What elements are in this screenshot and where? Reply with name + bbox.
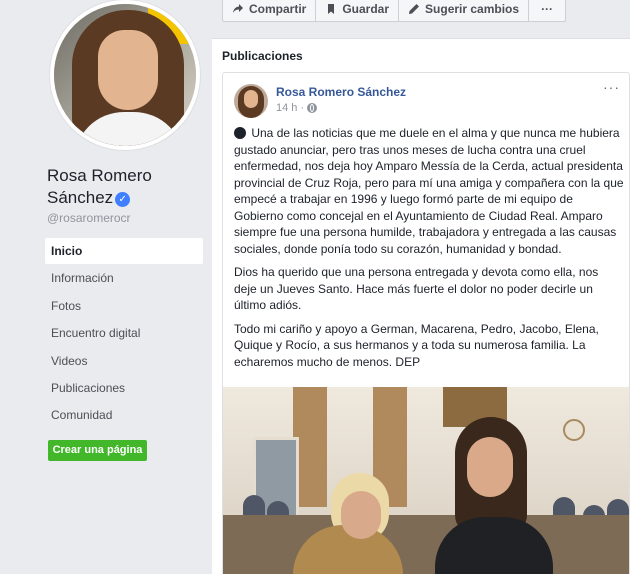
profile-picture[interactable] (50, 0, 200, 150)
nav-item-informacion[interactable]: Información (45, 265, 203, 292)
pencil-icon (409, 4, 420, 14)
post-author-avatar[interactable] (234, 84, 268, 118)
save-button[interactable]: Guardar (316, 0, 400, 21)
page-nav: Inicio Información Fotos Encuentro digit… (45, 238, 203, 430)
page-action-bar: Compartir Guardar Sugerir cambios ··· (222, 0, 567, 22)
create-page-button[interactable]: Crear una página (48, 440, 147, 461)
post-paragraph: Dios ha querido que una persona entregad… (234, 265, 599, 312)
nav-item-encuentro-digital[interactable]: Encuentro digital (45, 320, 203, 347)
nav-item-fotos[interactable]: Fotos (45, 293, 203, 320)
section-title: Publicaciones (222, 49, 303, 63)
bookmark-icon (328, 4, 335, 14)
post-author-name[interactable]: Rosa Romero Sánchez (276, 85, 406, 99)
suggest-edits-button[interactable]: Sugerir cambios (399, 0, 530, 21)
post-paragraph-text: Una de las noticias que me duele en el a… (234, 126, 624, 256)
profile-name[interactable]: Rosa Romero Sánchez ✓ (47, 165, 197, 209)
share-icon (233, 4, 243, 13)
post-card: Rosa Romero Sánchez 14 h · ··· Una de la… (222, 72, 630, 574)
nav-item-inicio[interactable]: Inicio (45, 238, 203, 264)
share-label: Compartir (249, 2, 307, 16)
black-circle-icon (234, 127, 246, 139)
post-text: Una de las noticias que me duele en el a… (234, 125, 624, 377)
post-paragraph: Una de las noticias que me duele en el a… (234, 125, 624, 257)
more-actions-button[interactable]: ··· (529, 0, 565, 21)
save-label: Guardar (342, 2, 390, 16)
nav-item-publicaciones[interactable]: Publicaciones (45, 375, 203, 402)
suggest-edits-label: Sugerir cambios (425, 2, 520, 16)
nav-item-videos[interactable]: Videos (45, 348, 203, 375)
public-globe-icon (307, 103, 318, 113)
post-options-button[interactable]: ··· (603, 79, 620, 95)
post-timestamp[interactable]: 14 h · (276, 102, 304, 114)
profile-handle[interactable]: @rosaromerocr (47, 211, 131, 225)
share-button[interactable]: Compartir (223, 0, 317, 21)
left-column: Rosa Romero Sánchez ✓ @rosaromerocr Inici… (0, 0, 212, 574)
post-meta: 14 h · (276, 102, 318, 114)
profile-name-text: Rosa Romero Sánchez (47, 166, 152, 207)
post-paragraph: Todo mi cariño y apoyo a German, Macaren… (234, 321, 599, 369)
nav-item-comunidad[interactable]: Comunidad (45, 402, 203, 429)
verified-badge-icon: ✓ (115, 192, 131, 207)
post-photo[interactable] (223, 387, 629, 574)
